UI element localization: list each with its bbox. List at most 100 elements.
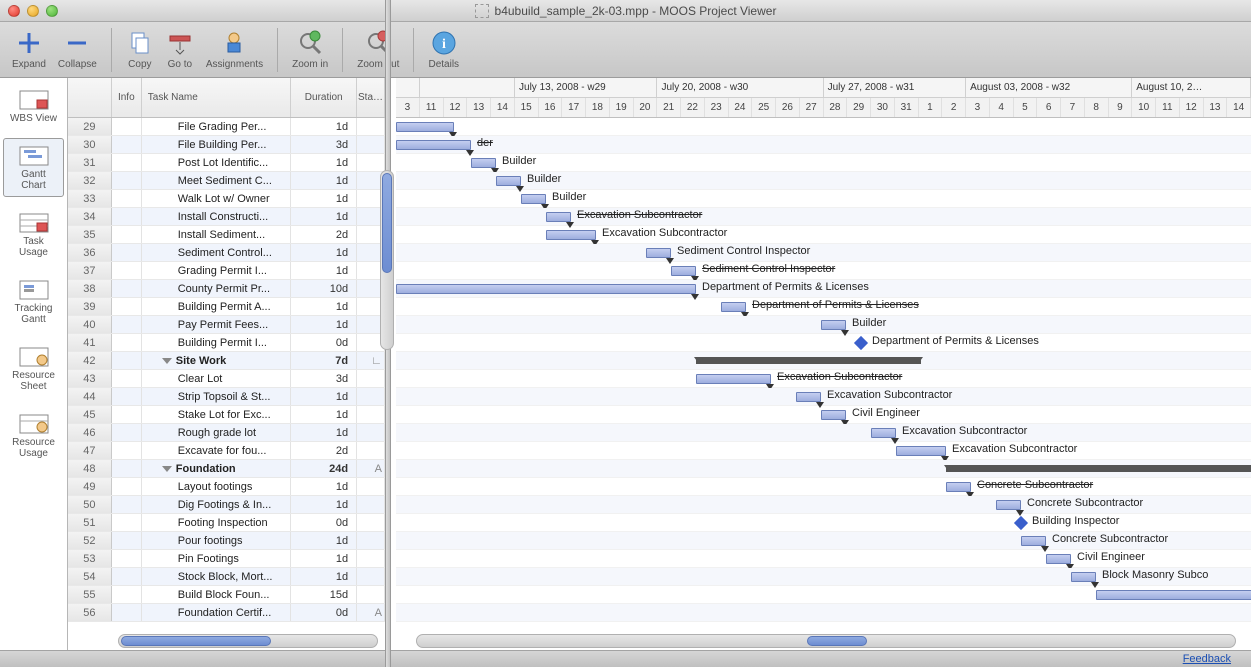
table-row[interactable]: 34Install Constructi...1d (68, 208, 385, 226)
gantt-row[interactable]: Excavation Subcontractor (396, 208, 1251, 226)
gantt-row[interactable]: Civil Engineer (396, 550, 1251, 568)
milestone-icon[interactable] (1014, 516, 1028, 530)
table-row[interactable]: 38County Permit Pr...10d (68, 280, 385, 298)
gantt-row[interactable]: Building Inspector (396, 514, 1251, 532)
task-bar[interactable] (1046, 554, 1071, 564)
gantt-row[interactable]: Excavation Subcontractor (396, 442, 1251, 460)
table-row[interactable]: 29File Grading Per...1d (68, 118, 385, 136)
table-row[interactable]: 42Site Work7d∟ (68, 352, 385, 370)
gantt-row[interactable]: Builder (396, 316, 1251, 334)
gantt-row[interactable] (396, 604, 1251, 622)
task-bar[interactable] (521, 194, 546, 204)
zoomin-button[interactable]: Zoom in (292, 29, 328, 70)
table-hscrollbar[interactable] (118, 634, 378, 648)
gantt-hscrollbar[interactable] (416, 634, 1236, 648)
gantt-row[interactable]: der (396, 136, 1251, 154)
table-row[interactable]: 33Walk Lot w/ Owner1d (68, 190, 385, 208)
panel-splitter[interactable] (385, 0, 391, 667)
task-bar[interactable] (1096, 590, 1251, 600)
gantt-row[interactable] (396, 118, 1251, 136)
task-bar[interactable] (796, 392, 821, 402)
task-bar[interactable] (896, 446, 946, 456)
scrollbar-thumb[interactable] (121, 636, 271, 646)
summary-bar[interactable] (696, 357, 921, 364)
gantt-row[interactable]: Concrete Subcontractor (396, 496, 1251, 514)
feedback-link[interactable]: Feedback (1183, 653, 1231, 665)
gantt-row[interactable]: Builder (396, 190, 1251, 208)
table-row[interactable]: 49Layout footings1d (68, 478, 385, 496)
task-bar[interactable] (396, 122, 454, 132)
gantt-row[interactable]: Department of Permits & Licenses (396, 280, 1251, 298)
column-start[interactable]: Sta… (357, 78, 385, 117)
gantt-row[interactable]: Sediment Control Inspector (396, 244, 1251, 262)
task-bar[interactable] (546, 212, 571, 222)
sidebar-item-gantt[interactable]: Gantt Chart (3, 138, 64, 197)
gantt-row[interactable]: Builder (396, 172, 1251, 190)
table-row[interactable]: 37Grading Permit I...1d (68, 262, 385, 280)
table-row[interactable]: 50Dig Footings & In...1d (68, 496, 385, 514)
task-bar[interactable] (671, 266, 696, 276)
table-row[interactable]: 44Strip Topsoil & St...1d (68, 388, 385, 406)
table-row[interactable]: 45Stake Lot for Exc...1d (68, 406, 385, 424)
table-row[interactable]: 52Pour footings1d (68, 532, 385, 550)
table-vscrollbar[interactable] (380, 170, 394, 350)
column-duration[interactable]: Duration (291, 78, 357, 117)
collapse-caret-icon[interactable] (162, 466, 172, 472)
collapse-caret-icon[interactable] (162, 358, 172, 364)
assignments-button[interactable]: Assignments (206, 29, 263, 70)
gantt-row[interactable]: Sediment Control Inspector (396, 262, 1251, 280)
gantt-chart[interactable]: July 13, 2008 - w29July 20, 2008 - w30Ju… (386, 78, 1251, 650)
table-row[interactable]: 53Pin Footings1d (68, 550, 385, 568)
copy-button[interactable]: Copy (126, 29, 154, 70)
table-row[interactable]: 41Building Permit I...0d (68, 334, 385, 352)
gantt-row[interactable]: Concrete Subcontractor (396, 532, 1251, 550)
task-bar[interactable] (721, 302, 746, 312)
summary-bar[interactable] (946, 465, 1251, 472)
gantt-row[interactable]: Block Masonry Subco (396, 568, 1251, 586)
table-row[interactable]: 51Footing Inspection0d (68, 514, 385, 532)
column-info[interactable]: Info (112, 78, 142, 117)
gantt-row[interactable] (396, 352, 1251, 370)
task-bar[interactable] (996, 500, 1021, 510)
table-row[interactable]: 54Stock Block, Mort...1d (68, 568, 385, 586)
milestone-icon[interactable] (854, 336, 868, 350)
table-row[interactable]: 43Clear Lot3d (68, 370, 385, 388)
gantt-row[interactable]: Department of Permits & Licenses (396, 334, 1251, 352)
task-bar[interactable] (496, 176, 521, 186)
table-row[interactable]: 48Foundation24dA (68, 460, 385, 478)
scrollbar-thumb[interactable] (382, 173, 392, 273)
table-row[interactable]: 47Excavate for fou...2d (68, 442, 385, 460)
expand-button[interactable]: Expand (12, 29, 46, 70)
gantt-row[interactable] (396, 586, 1251, 604)
gantt-row[interactable]: Civil Engineer (396, 406, 1251, 424)
table-row[interactable]: 30File Building Per...3d (68, 136, 385, 154)
task-bar[interactable] (696, 374, 771, 384)
table-row[interactable]: 39Building Permit A...1d (68, 298, 385, 316)
gantt-row[interactable]: Excavation Subcontractor (396, 226, 1251, 244)
gantt-row[interactable]: Department of Permits & Licenses (396, 298, 1251, 316)
column-rownum[interactable] (68, 78, 112, 117)
task-bar[interactable] (871, 428, 896, 438)
gantt-row[interactable]: Excavation Subcontractor (396, 424, 1251, 442)
sidebar-item-taskusage[interactable]: Task Usage (3, 205, 64, 264)
gantt-row[interactable]: Excavation Subcontractor (396, 370, 1251, 388)
task-bar[interactable] (546, 230, 596, 240)
gantt-row[interactable] (396, 460, 1251, 478)
task-bar[interactable] (946, 482, 971, 492)
table-row[interactable]: 46Rough grade lot1d (68, 424, 385, 442)
task-bar[interactable] (821, 410, 846, 420)
sidebar-item-resourceusage[interactable]: Resource Usage (3, 406, 64, 465)
sidebar-item-wbs[interactable]: WBS View (3, 82, 64, 130)
task-bar[interactable] (821, 320, 846, 330)
task-bar[interactable] (396, 284, 696, 294)
table-row[interactable]: 55Build Block Foun...15d (68, 586, 385, 604)
goto-button[interactable]: Go to (166, 29, 194, 70)
task-bar[interactable] (646, 248, 671, 258)
table-row[interactable]: 56Foundation Certif...0dA (68, 604, 385, 622)
table-row[interactable]: 32Meet Sediment C...1d (68, 172, 385, 190)
column-taskname[interactable]: Task Name (142, 78, 292, 117)
scrollbar-thumb[interactable] (807, 636, 867, 646)
gantt-row[interactable]: Builder (396, 154, 1251, 172)
collapse-button[interactable]: Collapse (58, 29, 97, 70)
table-row[interactable]: 31Post Lot Identific...1d (68, 154, 385, 172)
